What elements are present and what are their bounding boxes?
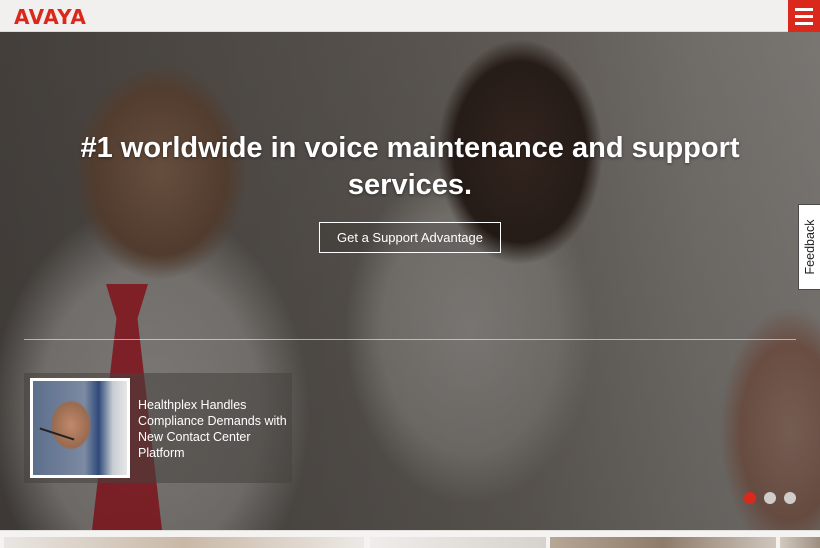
hero-headline: #1 worldwide in voice maintenance and su… <box>80 132 740 201</box>
carousel-dot-2[interactable] <box>764 492 776 504</box>
featured-story-card[interactable]: Healthplex Handles Compliance Demands wi… <box>24 373 292 483</box>
avaya-logo[interactable]: AVAYA <box>14 6 86 28</box>
carousel-dot-3[interactable] <box>784 492 796 504</box>
preview-tile <box>370 537 546 548</box>
story-thumbnail <box>30 378 130 478</box>
preview-tile <box>4 537 364 548</box>
hero-banner: #1 worldwide in voice maintenance and su… <box>0 32 820 530</box>
next-section-preview <box>0 530 820 548</box>
hamburger-menu-icon <box>795 7 813 11</box>
feedback-tab[interactable]: Feedback <box>798 204 820 290</box>
preview-tile <box>780 537 820 548</box>
menu-button[interactable] <box>788 0 820 32</box>
feedback-label: Feedback <box>802 219 817 275</box>
carousel-dot-1[interactable] <box>744 492 756 504</box>
support-advantage-button[interactable]: Get a Support Advantage <box>319 222 501 253</box>
story-title[interactable]: Healthplex Handles Compliance Demands wi… <box>138 397 288 461</box>
carousel-dots <box>744 492 796 504</box>
preview-tile <box>550 537 776 548</box>
site-header: AVAYA <box>0 0 820 32</box>
hero-divider <box>24 339 796 340</box>
